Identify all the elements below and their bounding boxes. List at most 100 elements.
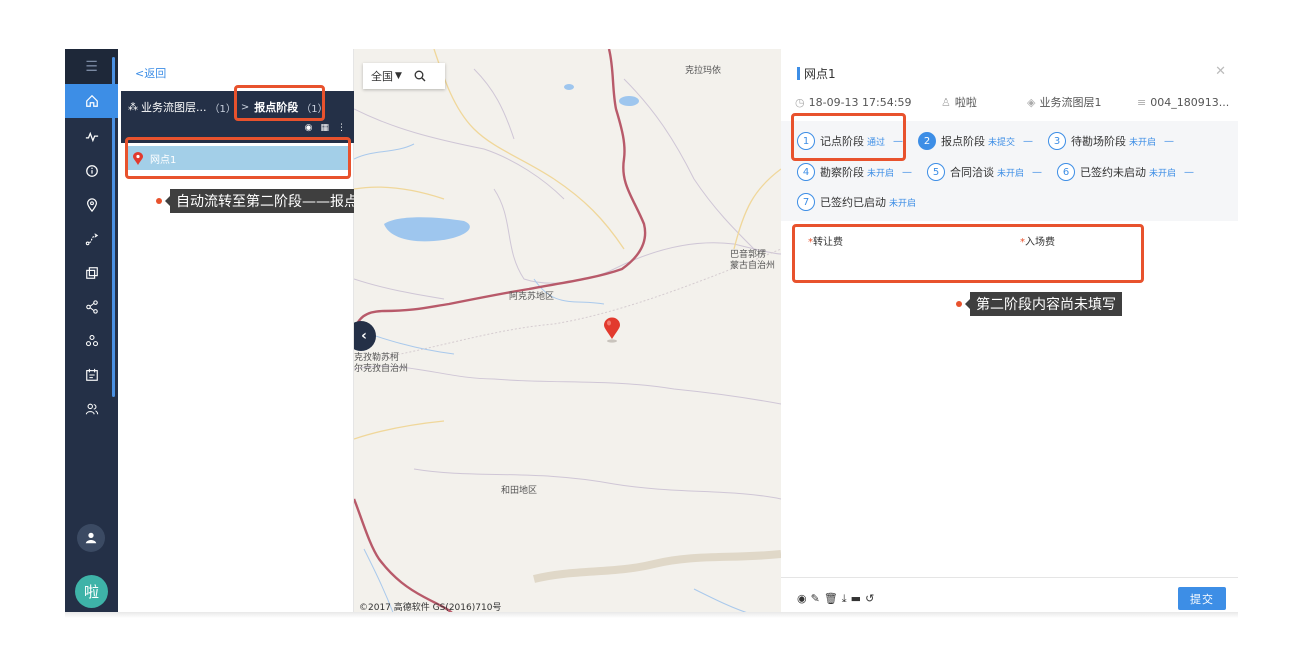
back-link[interactable]: <返回: [135, 65, 166, 81]
breadcrumb-tools: ◉ ▦ ⋮: [305, 123, 346, 133]
sidebar-item-calendar[interactable]: [65, 358, 118, 392]
meta-user: ♙ 啦啦: [941, 94, 1027, 110]
stage-number: 7: [797, 193, 815, 211]
stage-4[interactable]: 4 勘察阶段 未开启 —: [797, 163, 912, 181]
sidebar-item-copy[interactable]: [65, 256, 118, 290]
stage-status: 未提交: [988, 137, 1016, 148]
layer-panel: <返回 ⁂ 业务流图层... （1） > 报点阶段 （1） ◉ ▦ ⋮ 网点1 …: [118, 49, 392, 615]
sidebar-item-home[interactable]: [65, 84, 118, 118]
stage-connector: —: [1023, 135, 1034, 147]
stage-status: 未开启: [997, 168, 1025, 179]
copy-icon: [85, 267, 98, 279]
map-view[interactable]: 克拉玛依 巴音郭楞 蒙古自治州 阿克苏地区 克孜勒苏柯 尔克孜自治州 和田地区 …: [354, 49, 781, 615]
info-icon: [85, 165, 98, 177]
calendar-icon: [85, 368, 98, 381]
breadcrumb-layer[interactable]: 业务流图层...: [141, 99, 207, 115]
annotation-dot: [156, 198, 162, 204]
stage-2[interactable]: 2 报点阶段 未提交 —: [918, 132, 1033, 150]
stage-name: 勘察阶段: [820, 166, 864, 179]
region-select-value: 全国: [371, 70, 393, 83]
stage-connector: —: [1164, 135, 1175, 147]
map-label-bayingol: 巴音郭楞 蒙古自治州: [730, 250, 776, 271]
detail-title-text: 网点1: [804, 67, 836, 81]
stage-number: 5: [927, 163, 945, 181]
map-label-hotan: 和田地区: [501, 486, 538, 496]
action-icons: ◉ ✎ 🗑 ⤓ ▬ ↺: [797, 592, 874, 606]
route-icon: [85, 233, 98, 246]
grid-icon[interactable]: ▦: [320, 123, 329, 133]
map-canvas: [354, 49, 781, 615]
search-icon[interactable]: [414, 70, 426, 82]
stage-number: 4: [797, 163, 815, 181]
map-label-karamay: 克拉玛依: [685, 66, 722, 76]
download-icon[interactable]: ⤓: [842, 592, 847, 606]
meta-time-text: 18-09-13 17:54:59: [808, 95, 912, 109]
sidebar-item-location[interactable]: [65, 188, 118, 222]
more-icon[interactable]: ⋮: [337, 123, 346, 133]
home-icon: [85, 94, 98, 107]
stage-number: 3: [1048, 132, 1066, 150]
add-point-icon[interactable]: ◉: [305, 123, 313, 133]
users-icon: [85, 403, 98, 415]
location-icon: [86, 198, 97, 212]
stage-status: 未开启: [889, 198, 917, 209]
delete-icon[interactable]: 🗑: [824, 592, 838, 606]
list-icon: ≡: [1137, 95, 1147, 109]
highlight-form-fields: [792, 224, 1144, 283]
stage-number: 2: [918, 132, 936, 150]
close-icon[interactable]: ✕: [1215, 64, 1226, 79]
stage-7[interactable]: 7 已签约已启动 未开启: [797, 193, 916, 211]
stage-name: 待勘场阶段: [1071, 135, 1126, 148]
sidebar-item-pulse[interactable]: [65, 120, 118, 154]
sidebar-nav: ☰ 啦: [65, 49, 118, 615]
sidebar-item-users[interactable]: [65, 392, 118, 426]
share-icon: [85, 300, 98, 314]
title-accent: [797, 67, 800, 80]
detail-footer: ◉ ✎ 🗑 ⤓ ▬ ↺ 提交: [781, 577, 1238, 615]
breadcrumb-layer-count: （1）: [209, 103, 236, 115]
stage-6[interactable]: 6 已签约未启动 未开启 —: [1057, 163, 1194, 181]
map-label-kizilsu: 克孜勒苏柯 尔克孜自治州: [354, 353, 409, 374]
annotation-callout: 第二阶段内容尚未填写: [956, 292, 1122, 316]
map-marker[interactable]: [603, 317, 621, 343]
stage-3[interactable]: 3 待勘场阶段 未开启 —: [1048, 132, 1174, 150]
sidebar-item-route[interactable]: [65, 222, 118, 256]
cluster-icon: ⁂: [128, 101, 138, 113]
clock-icon: ◷: [795, 95, 805, 109]
region-select[interactable]: 全国 ▼: [363, 63, 445, 89]
folder-icon[interactable]: ▬: [851, 592, 861, 606]
stage-name: 已签约未启动: [1080, 166, 1146, 179]
history-icon[interactable]: ↺: [865, 592, 874, 606]
cluster-icon: [85, 334, 98, 347]
caret-down-icon: ▼: [395, 71, 402, 81]
user-icon: ♙: [941, 95, 951, 109]
sidebar-item-share[interactable]: [65, 290, 118, 324]
app-window: ☰ 啦 <返回 ⁂ 业务流图层... （1） > 报点阶段 （1） ◉ ▦ ⋮ …: [65, 49, 1238, 615]
sidebar-item-cluster[interactable]: [65, 324, 118, 358]
stage-name: 已签约已启动: [820, 196, 886, 209]
meta-user-text: 啦啦: [954, 96, 977, 109]
highlight-list-item: [125, 137, 351, 179]
highlight-stage-1: [791, 113, 906, 161]
meta-layer: ◈ 业务流图层1: [1027, 94, 1137, 110]
layers-icon: ◈: [1027, 95, 1036, 109]
add-point-icon[interactable]: ◉: [797, 592, 807, 606]
edit-icon[interactable]: ✎: [811, 592, 820, 606]
stage-status: 未开启: [1149, 168, 1177, 179]
window-shadow: [65, 612, 1238, 618]
meta-code: ≡ 004_180913...: [1137, 94, 1229, 110]
locate-me-button[interactable]: [77, 524, 105, 552]
sidebar-item-info[interactable]: [65, 154, 118, 188]
detail-meta: ◷ 18-09-13 17:54:59 ♙ 啦啦 ◈ 业务流图层1 ≡ 004_1809…: [795, 94, 1235, 110]
detail-title: 网点1: [797, 65, 836, 82]
meta-layer-text: 业务流图层1: [1039, 96, 1102, 109]
chevron-left-icon: ‹: [361, 328, 367, 344]
submit-button[interactable]: 提交: [1178, 587, 1226, 610]
map-label-aksu: 阿克苏地区: [509, 292, 555, 302]
annotation-dot: [956, 301, 962, 307]
avatar[interactable]: 啦: [75, 575, 108, 608]
menu-icon[interactable]: ☰: [65, 49, 118, 84]
meta-code-text: 004_180913...: [1150, 95, 1230, 109]
user-location-icon: [85, 532, 97, 544]
stage-5[interactable]: 5 合同洽谈 未开启 —: [927, 163, 1042, 181]
